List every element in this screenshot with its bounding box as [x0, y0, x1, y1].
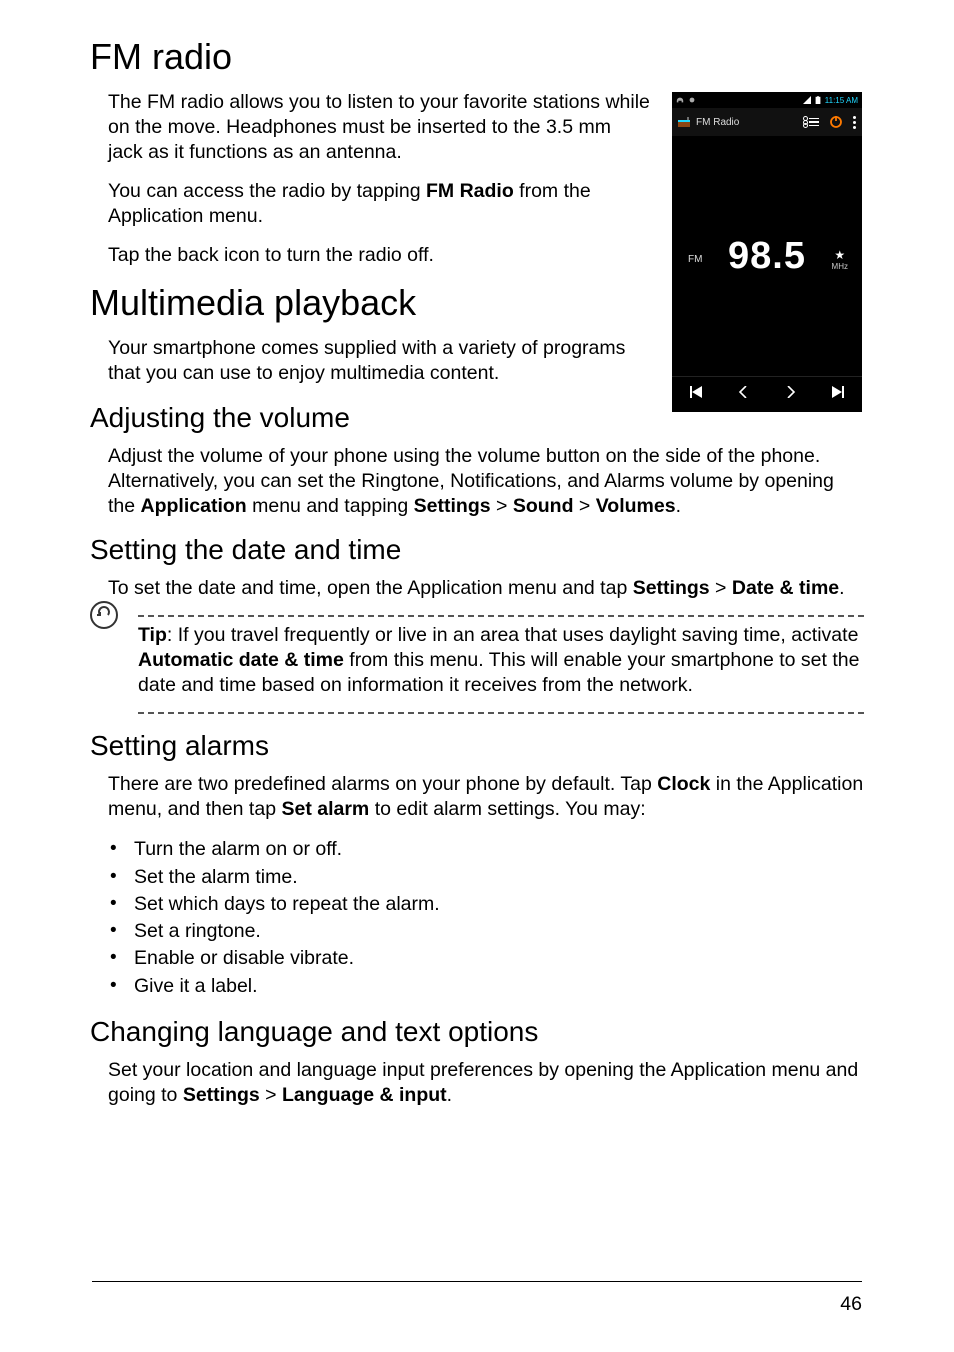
tip-rule-top: [138, 615, 864, 617]
overflow-menu-icon[interactable]: [853, 116, 856, 129]
status-bar: 11:15 AM: [672, 92, 862, 108]
text: >: [260, 1084, 282, 1106]
text: There are two predefined alarms on your …: [108, 773, 657, 795]
seek-up-button[interactable]: [785, 385, 797, 403]
fm-radio-screenshot: 11:15 AM FM Radio FM 98.5 ★ MHz: [672, 92, 862, 412]
tip-icon: [90, 601, 118, 629]
page-number: 46: [840, 1293, 862, 1316]
auto-date-time-bold: Automatic date & time: [138, 649, 344, 671]
tip-text: Tip: If you travel frequently or live in…: [138, 623, 864, 698]
app-bar-left: FM Radio: [678, 117, 739, 128]
footer-rule: [92, 1281, 862, 1282]
text: >: [710, 577, 732, 599]
app-bar-right: [809, 115, 856, 129]
text: >: [491, 495, 513, 517]
text: .: [447, 1084, 452, 1106]
status-left: [676, 96, 696, 104]
fm-paragraph-1: The FM radio allows you to listen to you…: [90, 90, 650, 165]
heading-volume: Adjusting the volume: [90, 402, 650, 434]
page: 11:15 AM FM Radio FM 98.5 ★ MHz: [0, 0, 954, 1352]
heading-multimedia: Multimedia playback: [90, 282, 650, 324]
text: : If you travel frequently or live in an…: [167, 624, 859, 646]
list-item: Set the alarm time.: [108, 864, 864, 891]
skip-next-button[interactable]: [832, 385, 844, 403]
tip-block: Tip: If you travel frequently or live in…: [90, 615, 864, 714]
list-item: Set which days to repeat the alarm.: [108, 891, 864, 918]
status-right: 11:15 AM: [803, 96, 858, 105]
dt-paragraph-1: To set the date and time, open the Appli…: [90, 576, 864, 601]
heading-alarms: Setting alarms: [90, 730, 864, 762]
seek-down-button[interactable]: [737, 385, 749, 403]
text: to edit alarm settings. You may:: [369, 798, 645, 820]
sound-bold: Sound: [513, 495, 574, 517]
frequency-display: FM 98.5 ★ MHz: [672, 136, 862, 376]
battery-icon: [814, 96, 822, 104]
text: .: [676, 495, 681, 517]
text: To set the date and time, open the Appli…: [108, 577, 633, 599]
radio-icon: [678, 117, 690, 127]
app-bar: FM Radio: [672, 108, 862, 136]
usb-icon: [688, 96, 696, 104]
status-time: 11:15 AM: [825, 96, 858, 105]
text: You can access the radio by tapping: [108, 180, 426, 202]
signal-icon: [803, 96, 811, 104]
list-item: Enable or disable vibrate.: [108, 945, 864, 972]
mm-paragraph-1: Your smartphone comes supplied with a va…: [90, 336, 650, 386]
mhz-favorite: ★ MHz: [832, 248, 848, 271]
star-icon[interactable]: ★: [832, 248, 848, 262]
list-item: Give it a label.: [108, 973, 864, 1000]
clock-bold: Clock: [657, 773, 710, 795]
list-item: Turn the alarm on or off.: [108, 836, 864, 863]
frequency-value: 98.5: [728, 235, 806, 278]
list-item: Set a ringtone.: [108, 918, 864, 945]
tip-label: Tip: [138, 624, 167, 646]
app-title: FM Radio: [696, 117, 739, 128]
fm-band-label: FM: [688, 254, 702, 265]
lang-paragraph-1: Set your location and language input pre…: [90, 1058, 864, 1108]
text: menu and tapping: [247, 495, 414, 517]
date-time-bold: Date & time: [732, 577, 839, 599]
al-paragraph-1: There are two predefined alarms on your …: [90, 772, 864, 822]
language-input-bold: Language & input: [282, 1084, 447, 1106]
settings-bold: Settings: [414, 495, 491, 517]
heading-fm-radio: FM radio: [90, 36, 864, 78]
skip-previous-button[interactable]: [690, 385, 702, 403]
heading-date-time: Setting the date and time: [90, 534, 864, 566]
text: >: [574, 495, 596, 517]
alarm-bullet-list: Turn the alarm on or off. Set the alarm …: [90, 836, 864, 1000]
settings-bold: Settings: [633, 577, 710, 599]
fm-paragraph-3: Tap the back icon to turn the radio off.: [90, 243, 650, 268]
fm-paragraph-2: You can access the radio by tapping FM R…: [90, 179, 650, 229]
heading-language: Changing language and text options: [90, 1016, 864, 1048]
volumes-bold: Volumes: [596, 495, 676, 517]
mhz-label: MHz: [832, 262, 848, 271]
tip-rule-bottom: [138, 712, 864, 714]
power-icon[interactable]: [829, 115, 843, 129]
headphone-icon: [676, 96, 684, 104]
text: .: [839, 577, 844, 599]
application-bold: Application: [141, 495, 247, 517]
list-icon[interactable]: [809, 118, 819, 127]
set-alarm-bold: Set alarm: [281, 798, 369, 820]
playback-controls: [672, 376, 862, 410]
fm-radio-bold: FM Radio: [426, 180, 514, 202]
vol-paragraph-1: Adjust the volume of your phone using th…: [90, 444, 864, 519]
settings-bold: Settings: [183, 1084, 260, 1106]
